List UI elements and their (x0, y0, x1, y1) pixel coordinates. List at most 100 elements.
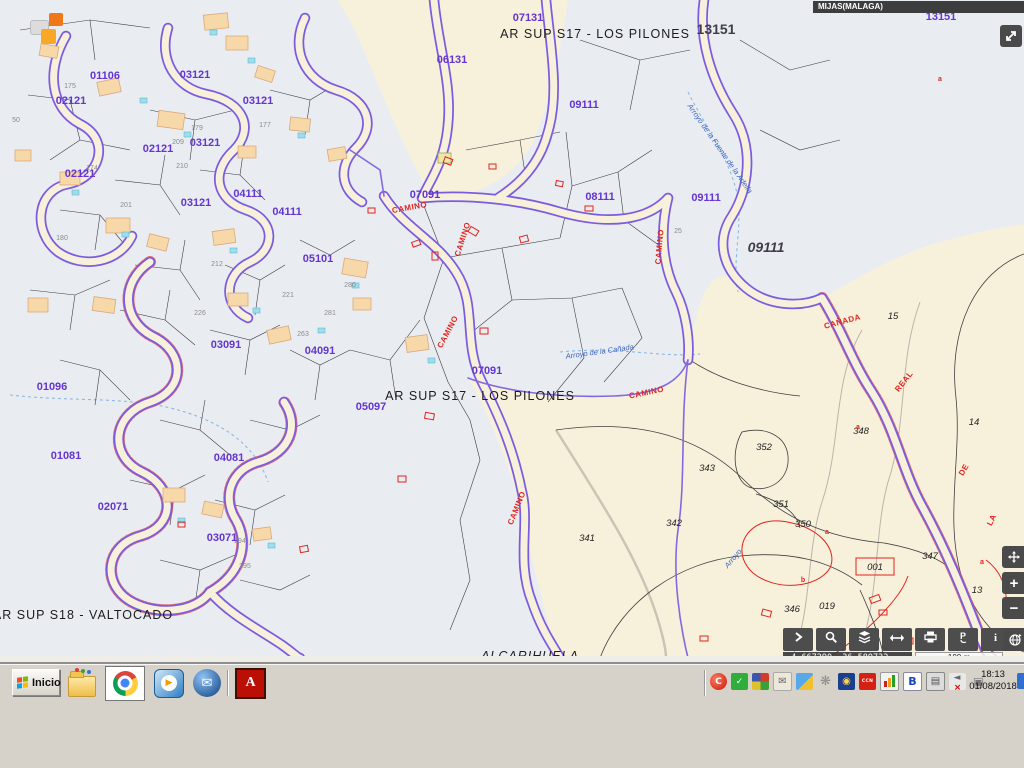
zone-code: 09111 (691, 192, 720, 204)
print-icon (923, 630, 938, 649)
rural-parcel-number: 13 (972, 585, 983, 596)
tray-bluetooth-icon[interactable]: B (903, 672, 922, 691)
parcel-number: 201 (120, 202, 132, 209)
file-manager-icon (68, 676, 96, 697)
zone-code: 02121 (143, 143, 174, 155)
zone-code: 07091 (410, 189, 441, 201)
rural-parcel-number: 019 (819, 601, 836, 612)
parcel-number: 25 (674, 228, 682, 235)
parcel-number: 212 (211, 261, 223, 268)
measure-icon (889, 631, 905, 649)
zone-code: 05101 (303, 253, 334, 265)
pan-mode-button[interactable] (1002, 546, 1024, 568)
quick-launch-chrome[interactable] (105, 666, 145, 701)
pan-arrows-icon (1007, 550, 1021, 564)
parcel-number: 295 (239, 563, 251, 570)
red-letter: a (825, 529, 829, 536)
tray-wireless-signal-icon[interactable]: ◉ (838, 673, 855, 690)
zone-code: 01106 (90, 70, 120, 82)
cadastral-map[interactable]: 5017517417717918020120921021222122626328… (0, 0, 1024, 658)
zone-code: 04091 (305, 345, 336, 357)
rural-parcel-number: 14 (969, 417, 980, 428)
quick-launch-media-player[interactable]: ▶ (154, 669, 184, 698)
tray-printer-queue-icon[interactable]: ▤ (926, 672, 945, 691)
zoom-out-button[interactable]: − (1002, 597, 1024, 619)
parcel-number: 177 (259, 122, 271, 129)
parcel-number: 180 (56, 235, 68, 242)
info-icon: i (991, 630, 1001, 649)
zone-code: 07131 (513, 12, 544, 24)
parcel-number: 175 (64, 83, 76, 90)
tray-mail-notifier-icon[interactable]: ✉ (773, 672, 792, 691)
tray-vpn-client-icon[interactable]: ❋ (817, 673, 834, 690)
parcel-number: 209 (172, 139, 184, 146)
desktop-screen: 5017517417717918020120921021222122626328… (0, 0, 1024, 768)
zoom-in-button[interactable]: + (1002, 572, 1024, 594)
zone-code: 01081 (51, 450, 82, 462)
rural-parcel-number: 346 (784, 604, 801, 615)
zoom-search-button[interactable] (816, 628, 846, 651)
layers-button[interactable] (849, 628, 879, 651)
legend-chip-amber (41, 29, 56, 44)
red-letter: a (938, 76, 942, 83)
zone-code: 03121 (243, 95, 274, 107)
tray-ccn-tool-icon[interactable]: CCN (859, 673, 876, 690)
zone-code: 04111 (233, 188, 262, 200)
sector-title: AR SUP S17 - LOS PILONES (500, 27, 690, 41)
street-marker-button[interactable]: P (948, 628, 978, 651)
chrome-frame (105, 666, 145, 701)
taskbar-clock[interactable]: 18:13 01/08/2018 (964, 669, 1022, 693)
quick-launch-file-manager[interactable] (68, 669, 96, 697)
taskbar-divider (704, 670, 706, 696)
pan-chevron-icon (791, 630, 805, 649)
taskbar-edge-icon[interactable] (1017, 673, 1024, 689)
rural-parcel-number: 351 (773, 499, 789, 510)
svg-text:i: i (994, 632, 997, 644)
zone-code: 04081 (214, 452, 245, 464)
quick-launch-thunderbird[interactable]: ✉ (193, 669, 221, 697)
svg-text:P: P (960, 631, 966, 641)
quick-launch-acrobat-reader[interactable]: A (235, 668, 266, 699)
layers-icon (857, 630, 872, 649)
parcel-number: 210 (176, 163, 188, 170)
red-letter: a (856, 424, 860, 431)
window-bottom-strip (0, 656, 1024, 664)
chrome-icon (113, 671, 138, 696)
tray-usage-monitor-icon[interactable] (880, 672, 899, 691)
tray-paint-tool-icon[interactable] (796, 673, 813, 690)
windows-logo-icon (17, 676, 28, 689)
tray-display-color-icon[interactable] (752, 673, 769, 690)
rural-parcel-number: 352 (756, 442, 773, 453)
zone-code: 02071 (98, 501, 129, 513)
tray-security-suite-icon[interactable]: C (710, 673, 727, 690)
system-tray: C✓✉❋◉CCNB▤◄×▣ (710, 672, 987, 691)
polygon-number: 13151 (697, 21, 736, 37)
rural-parcel-number: 347 (922, 551, 939, 562)
zone-code: 02121 (65, 168, 96, 180)
start-button-label: Inicio (32, 677, 61, 689)
zone-code: 03121 (181, 197, 212, 209)
tray-antivirus-update-icon[interactable]: ✓ (731, 673, 748, 690)
measure-button[interactable] (882, 628, 912, 651)
parcel-number: 50 (12, 117, 20, 124)
rural-parcel-number: 342 (666, 518, 683, 529)
print-button[interactable] (915, 628, 945, 651)
expand-map-button[interactable] (1000, 25, 1022, 47)
zone-code: 04111 (272, 206, 301, 218)
sector-title: AR SUP S17 - LOS PILONES (385, 389, 575, 403)
start-button[interactable]: Inicio (12, 669, 60, 696)
zone-code: 06131 (437, 54, 468, 66)
zone-code: 08111 (585, 191, 614, 203)
pan-chevron-button[interactable] (783, 628, 813, 651)
boxed-parcel-number: 001 (867, 562, 883, 573)
zone-code: 09111 (569, 99, 598, 111)
sector-title: AR SUP S18 - VALTOCADO (0, 608, 173, 622)
clock-date: 01/08/2018 (964, 681, 1022, 693)
parcel-number: 179 (191, 125, 203, 132)
zone-code: 03071 (207, 532, 238, 544)
acrobat-reader-icon: A (235, 668, 266, 699)
media-player-icon: ▶ (154, 669, 184, 698)
taskbar: Inicio ▶✉A C✓✉❋◉CCNB▤◄×▣ 18:13 01/08/201… (0, 664, 1024, 768)
overview-globe-button[interactable] (1003, 628, 1024, 651)
rural-parcel-number: 341 (579, 533, 595, 544)
